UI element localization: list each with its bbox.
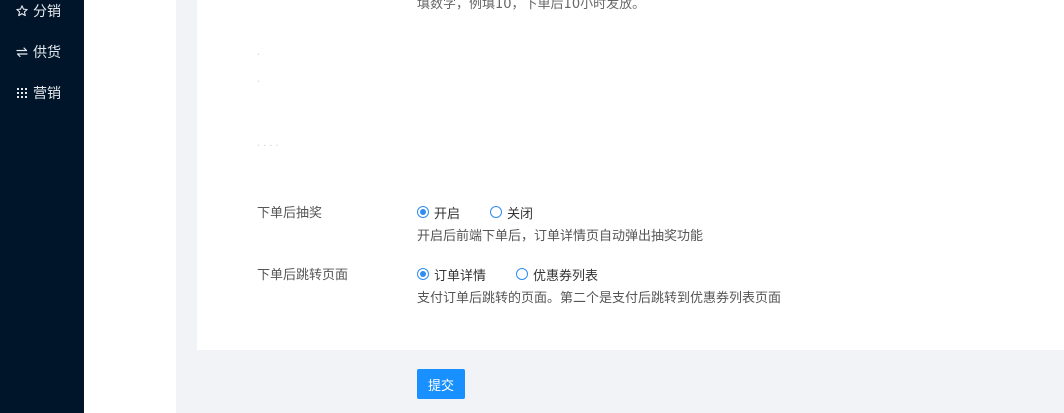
radio-label: 关闭 bbox=[507, 206, 534, 222]
radio-unchecked-icon[interactable] bbox=[490, 206, 503, 218]
lottery-option-on[interactable]: 开启 bbox=[417, 203, 460, 222]
swap-icon bbox=[16, 46, 28, 58]
lottery-radio-group: 开启 关闭 bbox=[417, 203, 533, 222]
settings-form-card: 填数字，例填10，下单后10小时发放。 · · ···· 下单后抽奖 开启 关闭… bbox=[197, 0, 1064, 350]
sidebar-item-label: 供货 bbox=[33, 45, 61, 61]
lottery-label: 下单后抽奖 bbox=[257, 206, 323, 221]
radio-label: 开启 bbox=[434, 206, 461, 222]
radio-label: 订单详情 bbox=[434, 268, 487, 284]
sidebar: 分销 供货 营销 bbox=[0, 0, 84, 413]
faint-mark: ···· bbox=[257, 141, 282, 152]
star-icon bbox=[16, 5, 28, 17]
faint-mark: · bbox=[257, 77, 264, 88]
radio-unchecked-icon[interactable] bbox=[516, 268, 529, 280]
sidebar-item-supply[interactable]: 供货 bbox=[16, 42, 61, 62]
sidebar-item-marketing[interactable]: 营销 bbox=[16, 83, 61, 103]
sidebar-item-distribution[interactable]: 分销 bbox=[16, 1, 61, 21]
sub-menu-gap bbox=[84, 0, 176, 413]
redirect-option-coupon-list[interactable]: 优惠券列表 bbox=[516, 265, 598, 284]
radio-label: 优惠券列表 bbox=[533, 268, 599, 284]
submit-button[interactable]: 提交 bbox=[417, 369, 465, 399]
delay-hint: 填数字，例填10，下单后10小时发放。 bbox=[417, 0, 646, 12]
redirect-option-order-detail[interactable]: 订单详情 bbox=[417, 265, 486, 284]
faint-mark: · bbox=[257, 50, 264, 61]
redirect-radio-group: 订单详情 优惠券列表 bbox=[417, 265, 598, 284]
sidebar-item-label: 营销 bbox=[33, 86, 61, 102]
redirect-hint: 支付订单后跳转的页面。第二个是支付后跳转到优惠券列表页面 bbox=[417, 291, 782, 306]
grid-icon bbox=[16, 87, 28, 99]
radio-checked-icon[interactable] bbox=[417, 206, 429, 218]
radio-checked-icon[interactable] bbox=[417, 268, 429, 280]
redirect-label: 下单后跳转页面 bbox=[257, 268, 349, 283]
lottery-hint: 开启后前端下单后，订单详情页自动弹出抽奖功能 bbox=[417, 229, 704, 244]
lottery-option-off[interactable]: 关闭 bbox=[490, 203, 533, 222]
sidebar-item-label: 分销 bbox=[33, 4, 61, 20]
